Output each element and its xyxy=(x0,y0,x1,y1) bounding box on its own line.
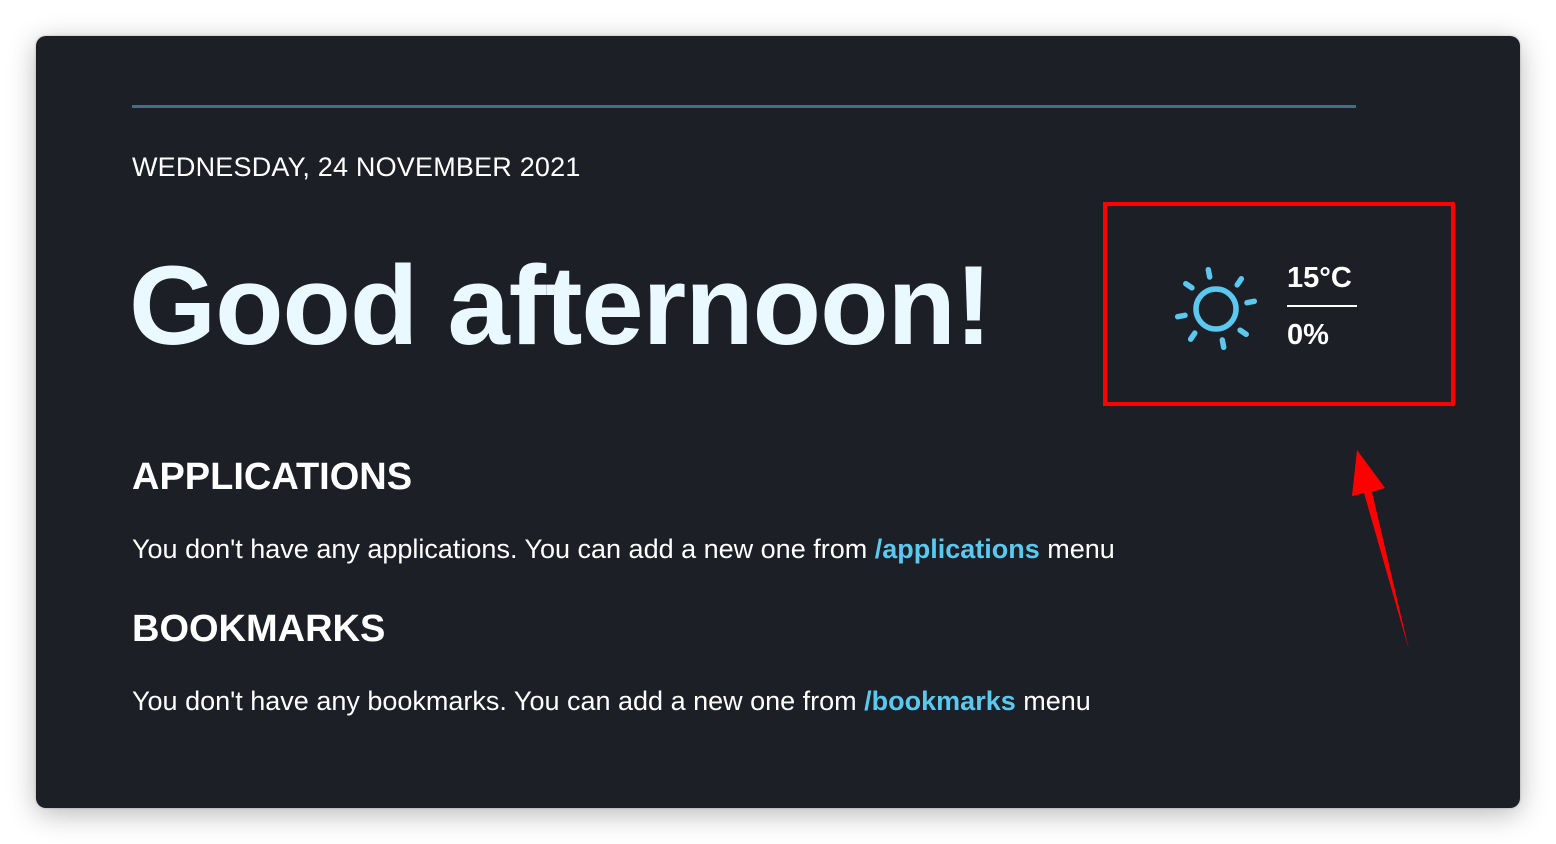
dashboard-window: WEDNESDAY, 24 NOVEMBER 2021 Good afterno… xyxy=(36,36,1520,808)
applications-link[interactable]: /applications xyxy=(875,534,1040,564)
bookmarks-heading: BOOKMARKS xyxy=(132,608,386,650)
greeting-title: Good afternoon! xyxy=(129,243,992,368)
current-date: WEDNESDAY, 24 NOVEMBER 2021 xyxy=(132,152,581,182)
applications-message-text: You don't have any applications. You can… xyxy=(132,534,875,564)
bookmarks-message-text: You don't have any bookmarks. You can ad… xyxy=(132,686,865,716)
applications-empty-message: You don't have any applications. You can… xyxy=(132,534,1115,565)
bookmarks-empty-message: You don't have any bookmarks. You can ad… xyxy=(132,686,1091,717)
annotation-arrow xyxy=(1352,450,1409,650)
header-divider xyxy=(132,105,1356,108)
annotation-highlight-box xyxy=(1103,202,1455,406)
applications-heading: APPLICATIONS xyxy=(132,456,413,498)
bookmarks-link[interactable]: /bookmarks xyxy=(864,686,1016,716)
bookmarks-message-suffix: menu xyxy=(1015,686,1091,716)
applications-message-suffix: menu xyxy=(1039,534,1115,564)
